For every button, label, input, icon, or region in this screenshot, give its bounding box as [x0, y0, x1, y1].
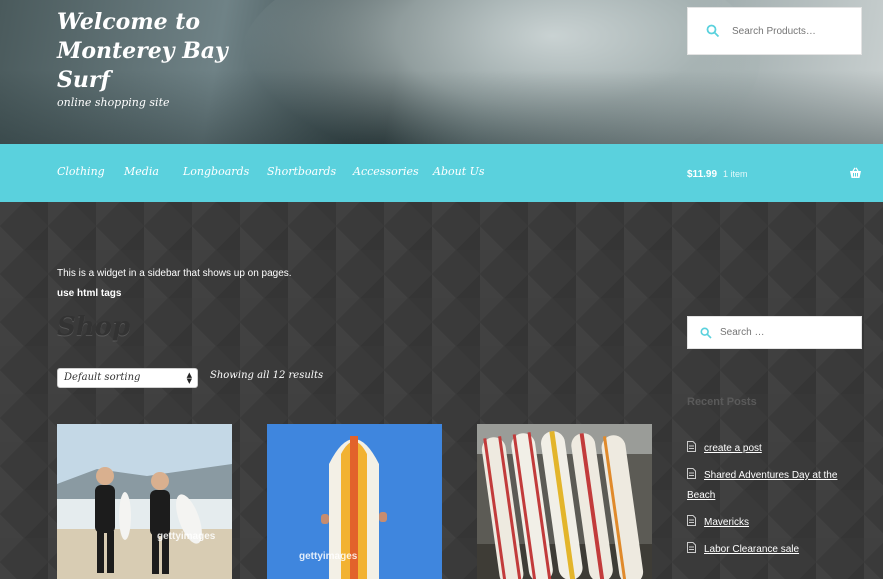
sort-select[interactable]: Default sorting ▲ ▼ [57, 368, 198, 388]
basket-icon [850, 167, 861, 178]
recent-posts-heading: Recent Posts [687, 396, 757, 408]
recent-post-link[interactable]: Shared Adventures Day at the Beach [687, 470, 837, 501]
search-icon [706, 24, 720, 38]
site-title[interactable]: Welcome to Monterey Bay Surf [57, 8, 247, 95]
nav-item-shortboards[interactable]: Shortboards [267, 165, 336, 178]
product-search-input[interactable] [732, 25, 852, 37]
document-icon [687, 542, 696, 553]
product-image-surfers [57, 424, 232, 579]
document-icon [687, 468, 696, 479]
recent-post-item: create a post [687, 439, 862, 459]
recent-post-link[interactable]: create a post [704, 443, 762, 454]
header-cart[interactable]: $11.99 1 item [687, 166, 862, 182]
nav-item-longboards[interactable]: Longboards [183, 165, 249, 178]
product-search-box[interactable] [687, 7, 862, 55]
recent-post-item: Labor Clearance sale [687, 540, 862, 560]
sidebar-search-box[interactable] [687, 316, 862, 349]
select-arrows-icon: ▲ ▼ [186, 371, 192, 385]
product-card[interactable]: gettyimages [267, 424, 442, 579]
cart-count: 1 item [723, 169, 748, 179]
nav-item-accessories[interactable]: Accessories [353, 165, 419, 178]
page-title: Shop [57, 312, 131, 342]
nav-item-about-us[interactable]: About Us [433, 165, 485, 178]
nav-item-clothing[interactable]: Clothing [57, 165, 105, 178]
product-card[interactable]: gettyimages [57, 424, 232, 579]
recent-post-item: Mavericks [687, 513, 862, 533]
result-count: Showing all 12 results [210, 370, 324, 381]
recent-post-link[interactable]: Labor Clearance sale [704, 544, 799, 555]
document-icon [687, 515, 696, 526]
product-watermark: gettyimages [157, 531, 216, 542]
widget-text: This is a widget in a sidebar that shows… [57, 268, 292, 279]
recent-post-item: Shared Adventures Day at the Beach [687, 466, 862, 506]
site-tagline: online shopping site [57, 96, 170, 109]
product-watermark: gettyimages [299, 551, 358, 562]
cart-amount: $11.99 [687, 168, 718, 180]
primary-navigation: Clothing Media Longboards Shortboards Ac… [0, 144, 883, 202]
recent-post-link[interactable]: Mavericks [704, 517, 749, 528]
widget-bold-text: use html tags [57, 288, 122, 299]
product-card[interactable] [477, 424, 652, 579]
search-icon [700, 326, 712, 339]
document-icon [687, 441, 696, 452]
sidebar-search-input[interactable] [720, 327, 850, 338]
product-image-longboards [477, 424, 652, 579]
nav-item-media[interactable]: Media [124, 165, 159, 178]
sort-selected-value: Default sorting [64, 372, 141, 383]
